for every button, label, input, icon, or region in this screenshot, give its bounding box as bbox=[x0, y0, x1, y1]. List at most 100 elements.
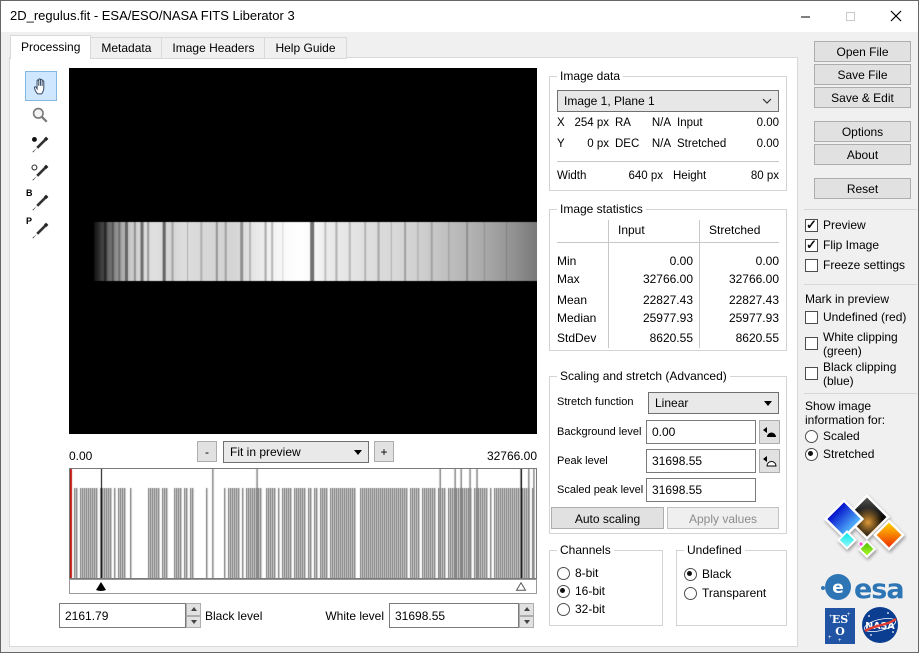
white-eyedropper-icon bbox=[30, 163, 50, 183]
dropdown-arrow-icon bbox=[354, 450, 362, 455]
peak-eyedropper-icon bbox=[30, 221, 50, 241]
stats-row-input: 25977.93 bbox=[613, 311, 693, 325]
esa-logo: e esa bbox=[819, 569, 911, 605]
save-and-edit-button[interactable]: Save & Edit bbox=[814, 87, 911, 108]
close-button[interactable] bbox=[873, 1, 918, 31]
stretch-function-select[interactable]: Linear bbox=[648, 392, 779, 414]
show-info-title-line2: information for: bbox=[805, 413, 885, 427]
stats-row-label: StdDev bbox=[557, 331, 596, 345]
stats-row-stretched: 25977.93 bbox=[705, 311, 779, 325]
black-level-label: Black level bbox=[205, 609, 262, 623]
radio-8bit[interactable] bbox=[557, 567, 570, 580]
hand-icon bbox=[32, 77, 50, 95]
about-button[interactable]: About bbox=[814, 144, 911, 165]
close-icon bbox=[890, 10, 902, 22]
tab-image-headers[interactable]: Image Headers bbox=[162, 37, 265, 59]
hand-tool-button[interactable] bbox=[25, 71, 57, 101]
white-level-thumb[interactable] bbox=[516, 582, 527, 591]
white-level-input[interactable]: 31698.55 bbox=[389, 603, 519, 628]
options-button[interactable]: Options bbox=[814, 121, 911, 142]
level-slider-track[interactable] bbox=[69, 579, 537, 594]
image-data-separator bbox=[557, 161, 779, 162]
image-data-title: Image data bbox=[557, 69, 623, 83]
tab-processing[interactable]: Processing bbox=[10, 35, 91, 59]
peak-level-picker-button[interactable]: P bbox=[25, 217, 55, 245]
stats-row-input: 8620.55 bbox=[613, 331, 693, 345]
radio-scaled[interactable] bbox=[805, 430, 818, 443]
stats-row-label: Mean bbox=[557, 293, 587, 307]
background-level-input[interactable]: 0.00 bbox=[646, 420, 756, 444]
minimize-icon bbox=[800, 11, 811, 22]
dropdown-arrow-icon bbox=[764, 401, 772, 406]
background-level-picker-button[interactable]: B bbox=[25, 189, 55, 217]
zoom-tool-button[interactable] bbox=[25, 101, 55, 129]
undefined-red-checkbox[interactable] bbox=[805, 311, 818, 324]
preview-image-canvas[interactable] bbox=[69, 68, 537, 434]
stats-row-stretched: 22827.43 bbox=[705, 293, 779, 307]
black-level-spin-up-button[interactable] bbox=[186, 603, 201, 616]
stats-header-separator bbox=[557, 242, 779, 243]
channels-title: Channels bbox=[557, 543, 614, 557]
fit-in-preview-select[interactable]: Fit in preview bbox=[223, 441, 369, 463]
height-value: 80 px bbox=[731, 170, 779, 182]
fits-liberator-logo bbox=[817, 493, 907, 565]
black-clipping-label: Black clipping bbox=[823, 360, 896, 374]
save-file-button[interactable]: Save File bbox=[814, 64, 911, 85]
reset-button[interactable]: Reset bbox=[814, 178, 911, 199]
separator bbox=[804, 393, 917, 394]
black-thumb-icon bbox=[96, 582, 107, 591]
background-picker-swatch-button[interactable] bbox=[759, 420, 780, 444]
radio-undefined-black[interactable] bbox=[684, 568, 697, 581]
background-level-label: Background level bbox=[557, 426, 641, 438]
peak-picker-letter: P bbox=[26, 216, 32, 226]
application-window: 2D_regulus.fit - ESA/ESO/NASA FITS Liber… bbox=[0, 0, 919, 653]
x-value: 254 px bbox=[567, 117, 609, 129]
black-level-spin-down-button[interactable] bbox=[186, 616, 201, 629]
plane-select[interactable]: Image 1, Plane 1 bbox=[557, 90, 779, 112]
black-level-thumb[interactable] bbox=[96, 582, 107, 591]
peak-level-input[interactable]: 31698.55 bbox=[646, 449, 756, 473]
peak-picker-swatch-button[interactable] bbox=[759, 449, 780, 473]
esa-emblem-letter: e bbox=[832, 578, 844, 598]
tab-help-guide[interactable]: Help Guide bbox=[265, 37, 346, 59]
open-file-button[interactable]: Open File bbox=[814, 41, 911, 62]
radio-32bit-label: 32-bit bbox=[575, 602, 605, 616]
radio-32bit[interactable] bbox=[557, 603, 570, 616]
eso-text-line2: O bbox=[835, 625, 845, 638]
white-level-spin-up-button[interactable] bbox=[519, 603, 534, 616]
width-label: Width bbox=[557, 170, 586, 182]
stats-row-stretched: 8620.55 bbox=[705, 331, 779, 345]
preview-checkbox[interactable] bbox=[805, 219, 818, 232]
y-label: Y bbox=[557, 138, 565, 150]
histogram-min-label: 0.00 bbox=[69, 449, 92, 463]
stats-row-stretched: 32766.00 bbox=[705, 272, 779, 286]
white-swatch-icon bbox=[760, 450, 779, 472]
white-clipping-checkbox[interactable] bbox=[805, 337, 818, 350]
black-level-picker-button[interactable] bbox=[25, 131, 55, 159]
white-level-value: 31698.55 bbox=[395, 609, 445, 623]
radio-16bit[interactable] bbox=[557, 585, 570, 598]
radio-16bit-label: 16-bit bbox=[575, 584, 605, 598]
background-picker-letter: B bbox=[26, 188, 33, 198]
scaling-title: Scaling and stretch (Advanced) bbox=[557, 369, 730, 383]
radio-undefined-transparent[interactable] bbox=[684, 587, 697, 600]
black-level-input[interactable]: 2161.79 bbox=[59, 603, 186, 628]
ra-value: N/A bbox=[639, 117, 671, 129]
tab-metadata[interactable]: Metadata bbox=[91, 37, 162, 59]
histogram-canvas[interactable] bbox=[70, 469, 536, 578]
scaled-peak-level-input[interactable]: 31698.55 bbox=[646, 478, 756, 502]
white-level-picker-button[interactable] bbox=[25, 159, 55, 187]
auto-scaling-button[interactable]: Auto scaling bbox=[551, 507, 664, 529]
separator bbox=[804, 209, 917, 210]
flip-image-checkbox[interactable] bbox=[805, 239, 818, 252]
white-level-spin-down-button[interactable] bbox=[519, 616, 534, 629]
nasa-logo: NASA bbox=[861, 606, 899, 644]
zoom-in-button[interactable]: + bbox=[374, 441, 394, 462]
white-clipping-label2: (green) bbox=[823, 344, 862, 358]
peak-level-label: Peak level bbox=[557, 455, 608, 467]
freeze-settings-checkbox[interactable] bbox=[805, 259, 818, 272]
zoom-out-button[interactable]: - bbox=[197, 441, 217, 462]
black-clipping-checkbox[interactable] bbox=[805, 367, 818, 380]
radio-stretched[interactable] bbox=[805, 448, 818, 461]
minimize-button[interactable] bbox=[783, 1, 828, 31]
